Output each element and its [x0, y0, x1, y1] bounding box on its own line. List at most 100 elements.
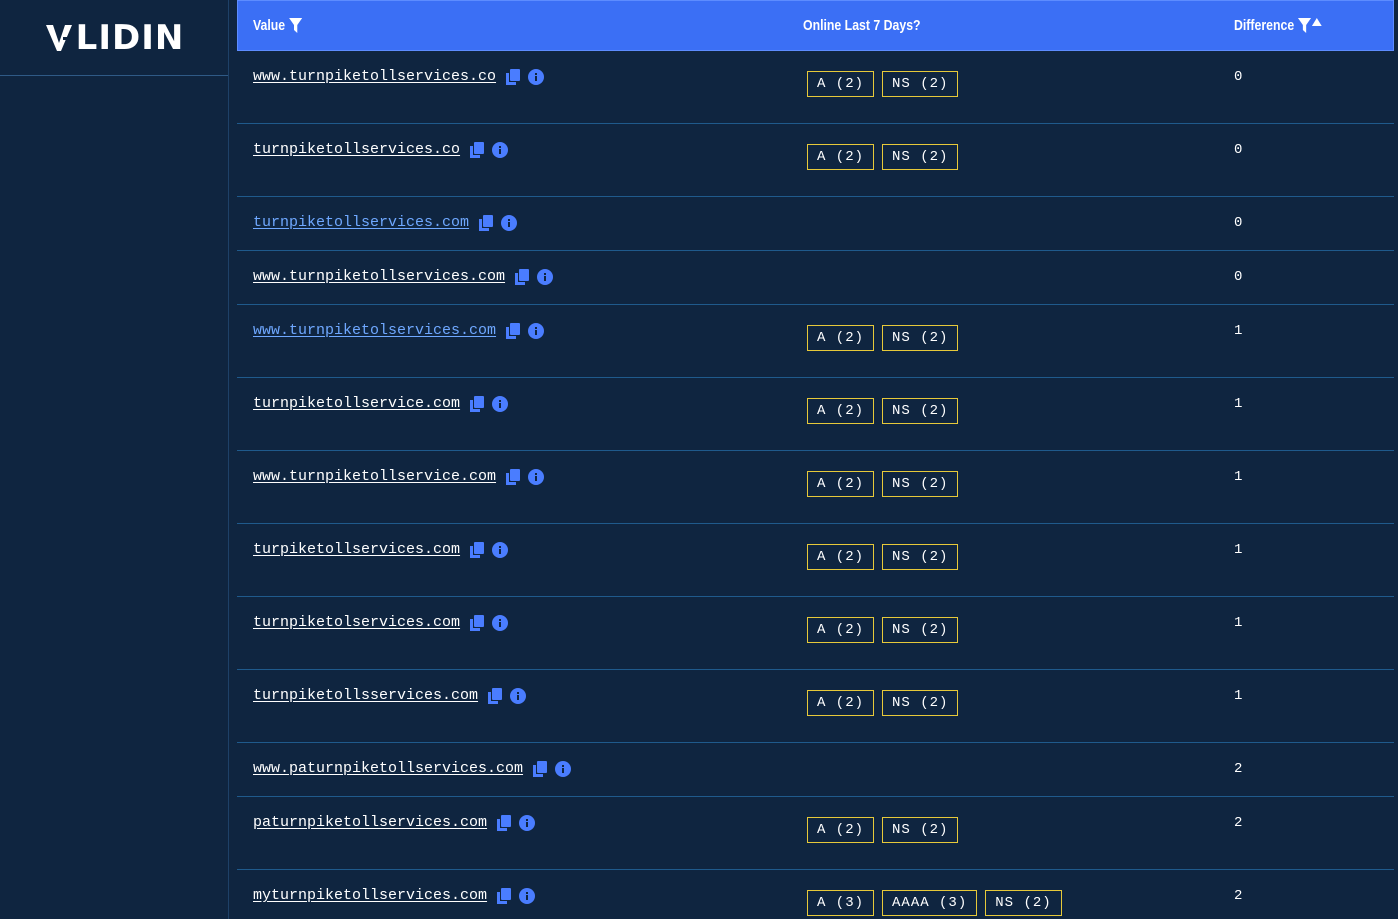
copy-icon[interactable] — [515, 268, 530, 285]
info-icon[interactable] — [492, 141, 509, 158]
filter-icon[interactable] — [289, 18, 303, 33]
dns-record-badge[interactable]: NS (2) — [882, 398, 959, 424]
domain-link[interactable]: www.turnpiketollservices.co — [253, 68, 496, 85]
info-icon[interactable] — [492, 395, 509, 412]
info-icon[interactable] — [537, 268, 554, 285]
logo-v-mark-icon — [45, 24, 72, 51]
brand-logo[interactable]: LIDIN — [44, 18, 185, 58]
logo-area: LIDIN — [0, 0, 228, 76]
table-body: www.turnpiketollservices.co A (2) NS (2) … — [237, 51, 1394, 919]
difference-value: 0 — [1234, 215, 1243, 231]
domain-cell: www.paturnpiketollservices.com — [253, 760, 572, 777]
domain-cell: turpiketollservices.com — [253, 541, 509, 558]
domain-cell: www.turnpiketolservices.com — [253, 322, 545, 339]
copy-icon[interactable] — [470, 141, 485, 158]
domain-link[interactable]: www.turnpiketollservices.com — [253, 268, 505, 285]
dns-record-badge[interactable]: NS (2) — [882, 325, 959, 351]
table-row: www.turnpiketollservice.com A (2) NS (2) … — [237, 451, 1394, 524]
column-header-value[interactable]: Value — [253, 17, 303, 34]
dns-records-cell: A (2) NS (2) — [807, 544, 966, 570]
domain-cell: turnpiketollsservices.com — [253, 687, 527, 704]
domain-link[interactable]: www.paturnpiketollservices.com — [253, 760, 523, 777]
copy-icon[interactable] — [497, 887, 512, 904]
info-icon[interactable] — [519, 887, 536, 904]
copy-icon[interactable] — [506, 322, 521, 339]
domain-link[interactable]: myturnpiketollservices.com — [253, 887, 487, 904]
dns-record-badge[interactable]: AAAA (3) — [882, 890, 978, 916]
table-header: Value Online Last 7 Days? Difference — [237, 0, 1394, 51]
domain-link[interactable]: turnpiketollsservices.com — [253, 687, 478, 704]
dns-record-badge[interactable]: NS (2) — [882, 817, 959, 843]
dns-record-badge[interactable]: A (3) — [807, 890, 875, 916]
dns-record-badge[interactable]: A (2) — [807, 471, 875, 497]
dns-record-badge[interactable]: A (2) — [807, 71, 875, 97]
info-icon[interactable] — [555, 760, 572, 777]
dns-record-badge[interactable]: A (2) — [807, 817, 875, 843]
domain-cell: turnpiketollservice.com — [253, 395, 509, 412]
column-header-difference[interactable]: Difference — [1234, 17, 1323, 34]
info-icon[interactable] — [510, 687, 527, 704]
copy-icon[interactable] — [470, 395, 485, 412]
dns-record-badge[interactable]: NS (2) — [882, 144, 959, 170]
dns-record-badge[interactable]: A (2) — [807, 690, 875, 716]
dns-records-cell: A (2) NS (2) — [807, 471, 966, 497]
sort-asc-icon[interactable] — [1312, 17, 1323, 26]
copy-icon[interactable] — [506, 68, 521, 85]
info-icon[interactable] — [501, 214, 518, 231]
difference-value: 1 — [1234, 323, 1243, 339]
domain-link[interactable]: turpiketollservices.com — [253, 541, 460, 558]
copy-icon[interactable] — [479, 214, 494, 231]
dns-records-cell: A (2) NS (2) — [807, 71, 966, 97]
dns-record-badge[interactable]: A (2) — [807, 325, 875, 351]
domain-cell: www.turnpiketollservice.com — [253, 468, 545, 485]
domain-link[interactable]: paturnpiketollservices.com — [253, 814, 487, 831]
info-icon[interactable] — [492, 541, 509, 558]
copy-icon[interactable] — [470, 614, 485, 631]
domain-cell: www.turnpiketollservices.com — [253, 268, 554, 285]
domain-link[interactable]: turnpiketollservices.co — [253, 141, 460, 158]
difference-value: 1 — [1234, 542, 1243, 558]
dns-record-badge[interactable]: A (2) — [807, 617, 875, 643]
domain-link[interactable]: turnpiketollservices.com — [253, 214, 469, 231]
info-icon[interactable] — [528, 468, 545, 485]
dns-record-badge[interactable]: NS (2) — [985, 890, 1062, 916]
table-row: paturnpiketollservices.com A (2) NS (2) 2 — [237, 797, 1394, 870]
domain-cell: myturnpiketollservices.com — [253, 887, 536, 904]
table-row: www.turnpiketollservices.com 0 — [237, 251, 1394, 305]
table-row: turnpiketollservice.com A (2) NS (2) 1 — [237, 378, 1394, 451]
dns-record-badge[interactable]: NS (2) — [882, 471, 959, 497]
filter-icon[interactable] — [1298, 18, 1312, 33]
dns-record-badge[interactable]: NS (2) — [882, 617, 959, 643]
copy-icon[interactable] — [497, 814, 512, 831]
dns-records-cell: A (2) NS (2) — [807, 144, 966, 170]
domain-link[interactable]: www.turnpiketollservice.com — [253, 468, 496, 485]
dns-record-badge[interactable]: A (2) — [807, 144, 875, 170]
dns-record-badge[interactable]: A (2) — [807, 544, 875, 570]
dns-records-cell: A (2) NS (2) — [807, 690, 966, 716]
column-header-online[interactable]: Online Last 7 Days? — [803, 17, 921, 34]
domain-link[interactable]: www.turnpiketolservices.com — [253, 322, 496, 339]
difference-value: 1 — [1234, 615, 1243, 631]
dns-records-cell: A (3) AAAA (3) NS (2) — [807, 890, 1070, 916]
dns-record-badge[interactable]: A (2) — [807, 398, 875, 424]
copy-icon[interactable] — [488, 687, 503, 704]
info-icon[interactable] — [528, 322, 545, 339]
info-icon[interactable] — [519, 814, 536, 831]
domain-cell: www.turnpiketollservices.co — [253, 68, 545, 85]
difference-value: 0 — [1234, 69, 1243, 85]
info-icon[interactable] — [528, 68, 545, 85]
domain-link[interactable]: turnpiketollservice.com — [253, 395, 460, 412]
dns-record-badge[interactable]: NS (2) — [882, 71, 959, 97]
domain-cell: turnpiketollservices.co — [253, 141, 509, 158]
dns-record-badge[interactable]: NS (2) — [882, 544, 959, 570]
domain-link[interactable]: turnpiketolservices.com — [253, 614, 460, 631]
copy-icon[interactable] — [506, 468, 521, 485]
dns-records-cell: A (2) NS (2) — [807, 398, 966, 424]
difference-value: 2 — [1234, 888, 1243, 904]
copy-icon[interactable] — [470, 541, 485, 558]
table-row: www.paturnpiketollservices.com 2 — [237, 743, 1394, 797]
info-icon[interactable] — [492, 614, 509, 631]
dns-record-badge[interactable]: NS (2) — [882, 690, 959, 716]
copy-icon[interactable] — [533, 760, 548, 777]
dns-records-cell: A (2) NS (2) — [807, 817, 966, 843]
